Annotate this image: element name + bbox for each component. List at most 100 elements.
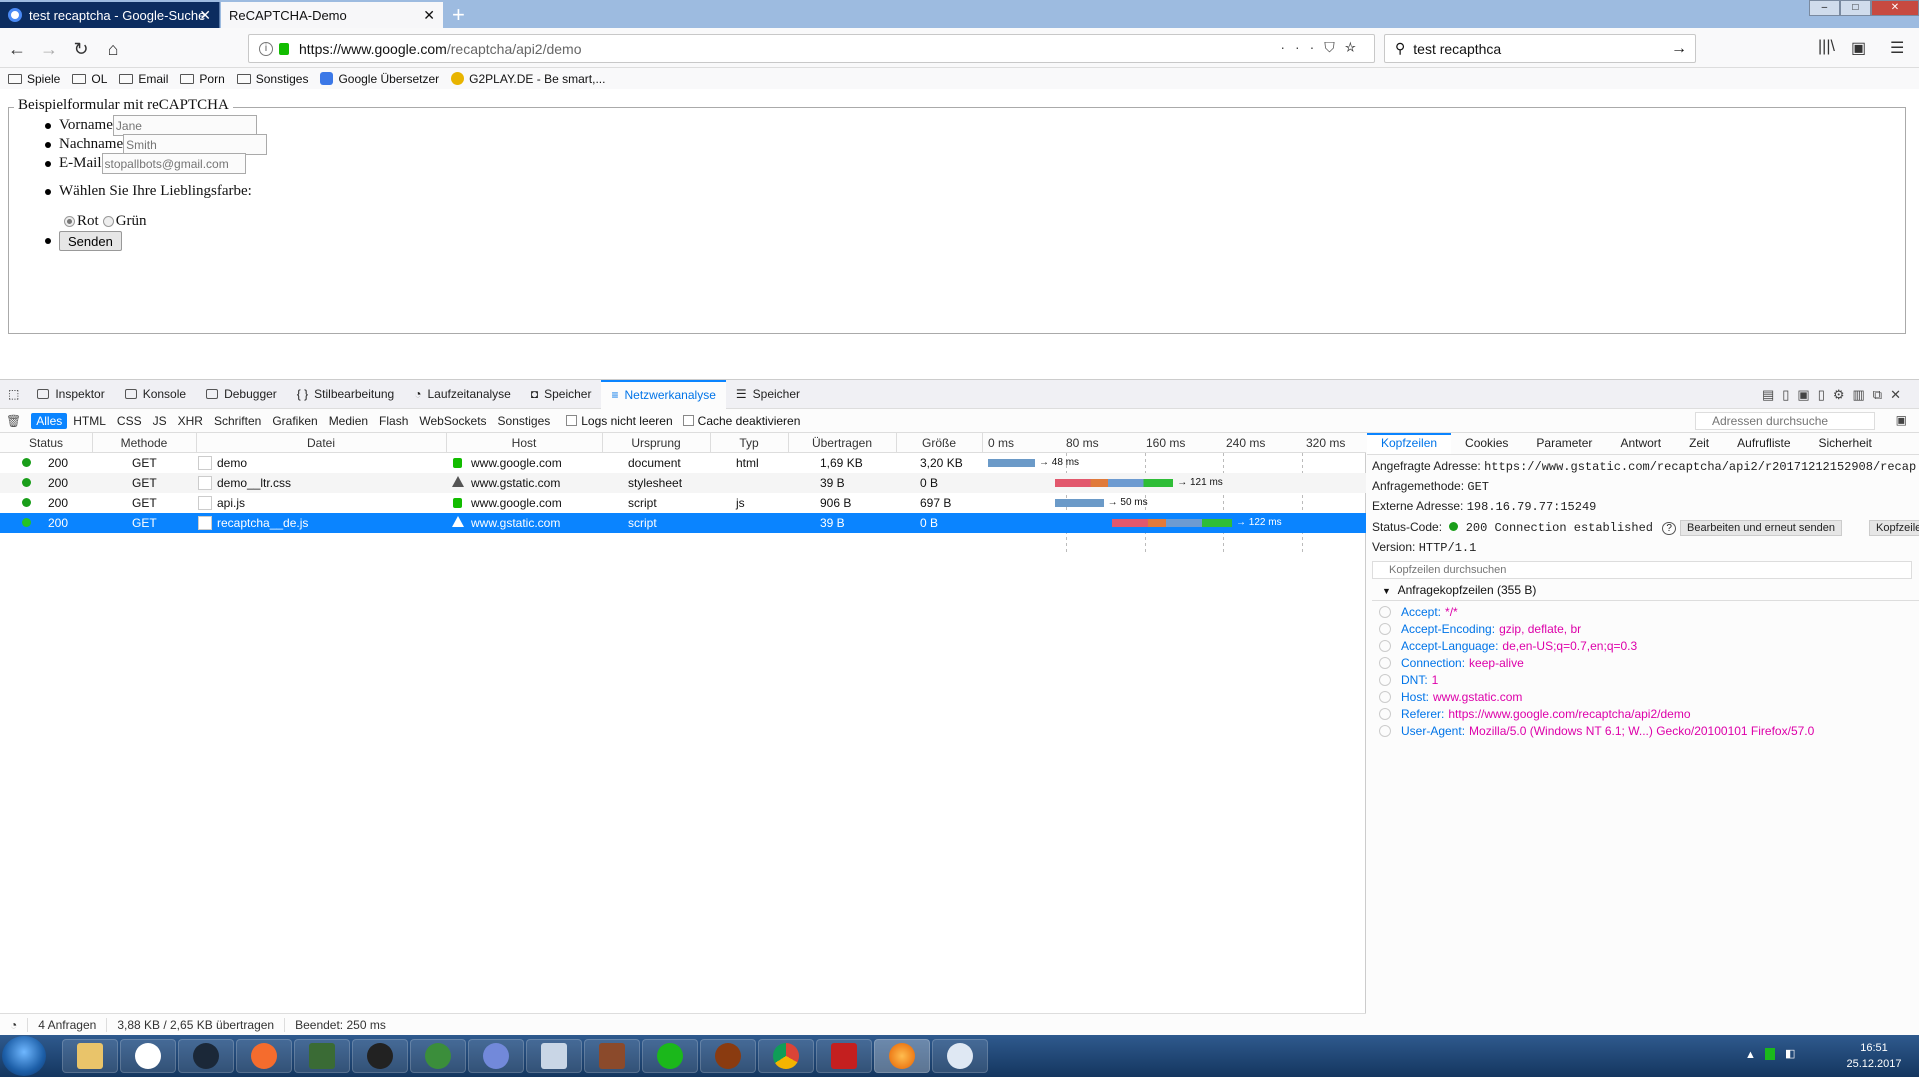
header-row[interactable]: Accept-Language: de,en-US;q=0.7,en;q=0.3 bbox=[1379, 639, 1637, 653]
tab-console[interactable]: Konsole bbox=[115, 380, 196, 409]
tab-memory[interactable]: ◘ Speicher bbox=[521, 380, 602, 409]
col-type[interactable]: Typ bbox=[710, 436, 788, 450]
tab-security[interactable]: Sicherheit bbox=[1805, 433, 1886, 454]
search-bar[interactable]: ⚲ test recapthca → bbox=[1384, 34, 1696, 63]
element-picker-icon[interactable]: ⬚ bbox=[0, 380, 27, 409]
tab-inspector[interactable]: Inspektor bbox=[27, 380, 114, 409]
help-icon[interactable]: ? bbox=[1662, 522, 1676, 535]
performance-icon[interactable]: ◔ bbox=[0, 1018, 29, 1032]
menu-icon[interactable]: ☰ bbox=[1890, 38, 1904, 58]
back-button[interactable]: ← bbox=[4, 36, 30, 62]
game-icon[interactable] bbox=[352, 1039, 408, 1073]
sidebar-icon[interactable]: ▣ bbox=[1851, 38, 1866, 58]
paint-icon[interactable] bbox=[932, 1039, 988, 1073]
cloud-icon[interactable] bbox=[642, 1039, 698, 1073]
disable-cache-checkbox[interactable] bbox=[682, 415, 694, 426]
filter-js[interactable]: JS bbox=[148, 413, 172, 429]
search-input[interactable]: test recapthca bbox=[1413, 41, 1501, 57]
col-method[interactable]: Methode bbox=[92, 436, 196, 450]
url-bar[interactable]: i https://www.google.com /recaptcha/api2… bbox=[248, 34, 1375, 63]
tab-stack-trace[interactable]: Aufrufliste bbox=[1723, 433, 1804, 454]
reload-button[interactable]: ↻ bbox=[68, 36, 94, 62]
steam-icon[interactable] bbox=[178, 1039, 234, 1073]
edit-resend-button[interactable]: Bearbeiten und erneut senden bbox=[1680, 520, 1843, 536]
maximize-button[interactable]: □ bbox=[1839, 0, 1871, 16]
new-tab-button[interactable]: + bbox=[452, 2, 465, 28]
filter-html[interactable]: HTML bbox=[68, 413, 111, 429]
origin-icon[interactable] bbox=[236, 1039, 292, 1073]
toggle-sidebar-icon[interactable]: ▣ bbox=[1896, 413, 1907, 427]
bookmark-spiele[interactable]: Spiele bbox=[8, 72, 60, 86]
bookmark-email[interactable]: Email bbox=[119, 72, 168, 86]
tab-params[interactable]: Parameter bbox=[1522, 433, 1606, 454]
app-icon[interactable] bbox=[120, 1039, 176, 1073]
filter-media[interactable]: Medien bbox=[324, 413, 373, 429]
request-headers-section[interactable]: ▼ Anfragekopfzeilen (355 B) bbox=[1372, 583, 1919, 601]
chrome-icon[interactable] bbox=[758, 1039, 814, 1073]
table-row[interactable]: 200 GET demo__ltr.css www.gstatic.com styles… bbox=[0, 473, 1366, 493]
submit-button[interactable]: Senden bbox=[59, 231, 122, 251]
header-row[interactable]: User-Agent: Mozilla/5.0 (Windows NT 6.1; … bbox=[1379, 724, 1814, 738]
trash-icon[interactable]: 🗑 bbox=[6, 414, 21, 428]
radio-green[interactable] bbox=[102, 216, 114, 227]
raw-headers-button[interactable]: Kopfzeile bbox=[1869, 520, 1919, 536]
help-icon[interactable] bbox=[1379, 606, 1391, 618]
tab-debugger[interactable]: Debugger bbox=[196, 380, 287, 409]
tab-google-search[interactable]: test recaptcha - Google-Suche ✕ bbox=[0, 2, 220, 28]
help-icon[interactable] bbox=[1379, 674, 1391, 686]
firefox-icon[interactable] bbox=[874, 1039, 930, 1073]
persist-logs-checkbox[interactable] bbox=[566, 415, 578, 426]
filter-fonts[interactable]: Schriften bbox=[209, 413, 266, 429]
tab-response[interactable]: Antwort bbox=[1606, 433, 1675, 454]
filter-images[interactable]: Grafiken bbox=[267, 413, 322, 429]
lock-icon[interactable] bbox=[279, 42, 289, 55]
runescape-icon[interactable] bbox=[816, 1039, 872, 1073]
radio-red[interactable] bbox=[64, 216, 75, 227]
library-icon[interactable]: |||\ bbox=[1818, 38, 1835, 56]
help-icon[interactable] bbox=[1379, 725, 1391, 737]
close-icon[interactable]: ✕ bbox=[423, 7, 435, 24]
filter-css[interactable]: CSS bbox=[112, 413, 147, 429]
help-icon[interactable] bbox=[1379, 691, 1391, 703]
lastname-input[interactable] bbox=[123, 134, 268, 155]
help-icon[interactable] bbox=[1379, 640, 1391, 652]
tab-style-editor[interactable]: { } Stilbearbeitung bbox=[287, 380, 404, 409]
devtools-options-icons[interactable]: ▤▯▣▯⚙▥⧉✕ bbox=[1762, 387, 1909, 403]
xbox-icon[interactable] bbox=[410, 1039, 466, 1073]
page-actions[interactable]: ···⛉☆ bbox=[1280, 39, 1366, 56]
header-row[interactable]: Accept-Encoding: gzip, deflate, br bbox=[1379, 622, 1581, 636]
close-icon[interactable]: ✕ bbox=[199, 7, 211, 24]
tab-cookies[interactable]: Cookies bbox=[1451, 433, 1522, 454]
filter-flash[interactable]: Flash bbox=[374, 413, 413, 429]
tab-recaptcha-demo[interactable]: ReCAPTCHA-Demo ✕ bbox=[221, 2, 443, 28]
bookmark-g2play[interactable]: G2PLAY.DE - Be smart,... bbox=[451, 72, 605, 86]
terminal-icon[interactable] bbox=[294, 1039, 350, 1073]
filter-all[interactable]: Alles bbox=[31, 412, 68, 429]
tab-timings[interactable]: Zeit bbox=[1675, 433, 1723, 454]
header-row[interactable]: Accept: */* bbox=[1379, 605, 1458, 619]
table-row[interactable]: 200 GET api.js www.google.com script js 906 B 6… bbox=[0, 493, 1366, 513]
url-filter-input[interactable] bbox=[1695, 412, 1875, 430]
calculator-icon[interactable] bbox=[526, 1039, 582, 1073]
col-host[interactable]: Host bbox=[446, 436, 602, 450]
game2-icon[interactable] bbox=[700, 1039, 756, 1073]
home-button[interactable]: ⌂ bbox=[100, 36, 126, 62]
col-cause[interactable]: Ursprung bbox=[602, 436, 710, 450]
tab-performance[interactable]: ◔ Laufzeitanalyse bbox=[404, 380, 521, 409]
network-icon[interactable] bbox=[1765, 1048, 1775, 1060]
header-row[interactable]: DNT: 1 bbox=[1379, 673, 1438, 687]
filter-other[interactable]: Sonstiges bbox=[493, 413, 556, 429]
bookmark-sonstiges[interactable]: Sonstiges bbox=[236, 72, 308, 86]
col-file[interactable]: Datei bbox=[196, 436, 446, 450]
firstname-input[interactable] bbox=[112, 115, 257, 136]
info-icon[interactable]: i bbox=[259, 41, 273, 56]
clock[interactable]: 16:51 25.12.2017 bbox=[1839, 1040, 1909, 1072]
tab-storage[interactable]: ☰ Speicher bbox=[726, 380, 810, 409]
library-icon[interactable] bbox=[584, 1039, 640, 1073]
forward-button[interactable]: → bbox=[36, 36, 62, 62]
persist-logs-toggle[interactable]: Logs nicht leeren bbox=[566, 414, 673, 428]
explorer-icon[interactable] bbox=[62, 1039, 118, 1073]
disable-cache-toggle[interactable]: Cache deaktivieren bbox=[682, 414, 800, 428]
filter-websockets[interactable]: WebSockets bbox=[414, 413, 491, 429]
help-icon[interactable] bbox=[1379, 657, 1391, 669]
